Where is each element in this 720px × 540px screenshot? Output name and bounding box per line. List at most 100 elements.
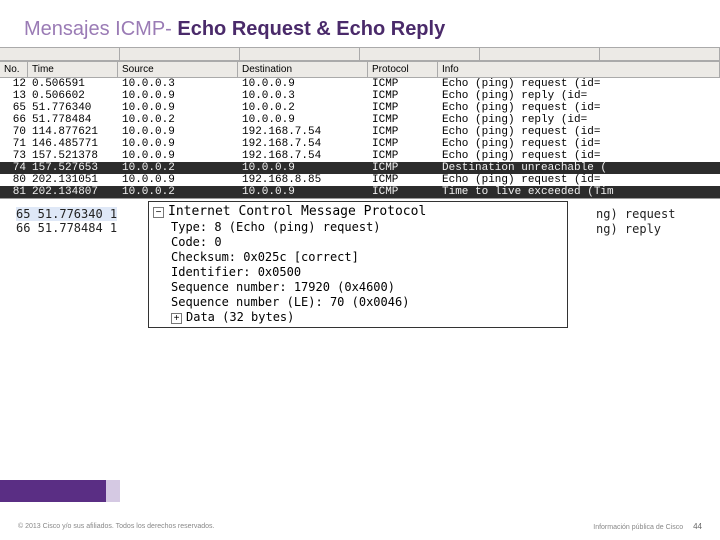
cell-destination: 10.0.0.3: [238, 90, 368, 102]
table-row[interactable]: 80202.13105110.0.0.9192.168.8.85ICMPEcho…: [0, 174, 720, 186]
col-info[interactable]: Info: [438, 62, 720, 77]
col-protocol[interactable]: Protocol: [368, 62, 438, 77]
cell-source: 10.0.0.3: [118, 78, 238, 90]
cell-time: 202.134807: [28, 186, 118, 198]
detail-identifier: Identifier: 0x0500: [171, 265, 563, 280]
cell-protocol: ICMP: [368, 126, 438, 138]
cell-destination: 10.0.0.9: [238, 114, 368, 126]
cell-no: 74: [0, 162, 28, 174]
cell-destination: 192.168.7.54: [238, 138, 368, 150]
cell-no: 65: [0, 102, 28, 114]
cell-time: 51.778484: [28, 114, 118, 126]
page-number: 44: [693, 522, 702, 531]
table-row[interactable]: 81202.13480710.0.0.210.0.0.9ICMPTime to …: [0, 186, 720, 198]
cell-time: 0.506591: [28, 78, 118, 90]
cell-no: 12: [0, 78, 28, 90]
cell-destination: 192.168.7.54: [238, 126, 368, 138]
detail-area: 65 51.776340 1 66 51.778484 1 ng) reques…: [0, 201, 720, 351]
cell-destination: 10.0.0.9: [238, 78, 368, 90]
cell-time: 202.131051: [28, 174, 118, 186]
cell-no: 13: [0, 90, 28, 102]
cell-info: Echo (ping) request (id=: [438, 174, 720, 186]
accent-ribbon: [0, 480, 120, 502]
packet-detail-box: −Internet Control Message Protocol Type:…: [148, 201, 568, 328]
cell-source: 10.0.0.2: [118, 114, 238, 126]
table-body: 120.50659110.0.0.310.0.0.9ICMPEcho (ping…: [0, 78, 720, 198]
col-no[interactable]: No.: [0, 62, 28, 77]
highlighted-rows: 65 51.776340 1 66 51.778484 1 ng) reques…: [16, 207, 117, 235]
title-prefix: Mensajes ICMP-: [24, 18, 177, 40]
cell-source: 10.0.0.9: [118, 90, 238, 102]
cell-protocol: ICMP: [368, 90, 438, 102]
cell-source: 10.0.0.2: [118, 162, 238, 174]
cell-protocol: ICMP: [368, 174, 438, 186]
table-row[interactable]: 6551.77634010.0.0.910.0.0.2ICMPEcho (pin…: [0, 102, 720, 114]
cell-protocol: ICMP: [368, 150, 438, 162]
cell-info: Destination unreachable (: [438, 162, 720, 174]
cell-info: Echo (ping) request (id=: [438, 138, 720, 150]
cell-time: 146.485771: [28, 138, 118, 150]
cell-no: 73: [0, 150, 28, 162]
back-row-2[interactable]: 66 51.778484 1: [16, 221, 117, 235]
filter-bar: [0, 47, 720, 61]
cell-destination: 192.168.7.54: [238, 150, 368, 162]
cell-source: 10.0.0.9: [118, 102, 238, 114]
cell-protocol: ICMP: [368, 138, 438, 150]
cell-protocol: ICMP: [368, 114, 438, 126]
collapse-icon[interactable]: −: [153, 207, 164, 218]
col-source[interactable]: Source: [118, 62, 238, 77]
side-text-2: ng) reply: [596, 222, 661, 236]
col-time[interactable]: Time: [28, 62, 118, 77]
table-header: No. Time Source Destination Protocol Inf…: [0, 61, 720, 78]
cell-no: 70: [0, 126, 28, 138]
cell-time: 0.506602: [28, 90, 118, 102]
detail-seq: Sequence number: 17920 (0x4600): [171, 280, 563, 295]
col-destination[interactable]: Destination: [238, 62, 368, 77]
detail-header: Internet Control Message Protocol: [168, 204, 426, 219]
cell-protocol: ICMP: [368, 78, 438, 90]
cell-info: Echo (ping) request (id=: [438, 126, 720, 138]
cell-destination: 10.0.0.9: [238, 162, 368, 174]
table-row[interactable]: 73157.52137810.0.0.9192.168.7.54ICMPEcho…: [0, 150, 720, 162]
cell-destination: 10.0.0.9: [238, 186, 368, 198]
footer: © 2013 Cisco y/o sus afiliados. Todos lo…: [0, 512, 720, 540]
detail-checksum: Checksum: 0x025c [correct]: [171, 250, 563, 265]
cell-source: 10.0.0.9: [118, 174, 238, 186]
cell-no: 66: [0, 114, 28, 126]
table-row[interactable]: 120.50659110.0.0.310.0.0.9ICMPEcho (ping…: [0, 78, 720, 90]
expand-icon[interactable]: +: [171, 313, 182, 324]
cell-source: 10.0.0.9: [118, 150, 238, 162]
detail-seq-le: Sequence number (LE): 70 (0x0046): [171, 295, 563, 310]
table-row[interactable]: 6651.77848410.0.0.210.0.0.9ICMPEcho (pin…: [0, 114, 720, 126]
detail-data: Data (32 bytes): [186, 310, 294, 324]
detail-type: Type: 8 (Echo (ping) request): [171, 220, 563, 235]
cell-source: 10.0.0.9: [118, 126, 238, 138]
cell-info: Time to live exceeded (Tim: [438, 186, 720, 198]
table-row[interactable]: 70114.87762110.0.0.9192.168.7.54ICMPEcho…: [0, 126, 720, 138]
cell-protocol: ICMP: [368, 102, 438, 114]
cell-destination: 192.168.8.85: [238, 174, 368, 186]
title-main: Echo Request & Echo Reply: [177, 18, 445, 40]
cell-info: Echo (ping) reply (id=: [438, 90, 720, 102]
cell-time: 51.776340: [28, 102, 118, 114]
cell-info: Echo (ping) request (id=: [438, 102, 720, 114]
table-row[interactable]: 71146.48577110.0.0.9192.168.7.54ICMPEcho…: [0, 138, 720, 150]
cell-destination: 10.0.0.2: [238, 102, 368, 114]
table-row[interactable]: 74157.52765310.0.0.210.0.0.9ICMPDestinat…: [0, 162, 720, 174]
cell-info: Echo (ping) request (id=: [438, 78, 720, 90]
copyright: © 2013 Cisco y/o sus afiliados. Todos lo…: [18, 523, 214, 530]
cell-no: 81: [0, 186, 28, 198]
slide-title: Mensajes ICMP- Echo Request & Echo Reply: [0, 0, 720, 47]
side-text-1: ng) request: [596, 207, 675, 221]
back-row-1[interactable]: 65 51.776340 1: [16, 207, 117, 221]
cell-source: 10.0.0.9: [118, 138, 238, 150]
cell-source: 10.0.0.2: [118, 186, 238, 198]
cell-time: 157.521378: [28, 150, 118, 162]
cell-no: 80: [0, 174, 28, 186]
packet-table: No. Time Source Destination Protocol Inf…: [0, 61, 720, 199]
cell-info: Echo (ping) reply (id=: [438, 114, 720, 126]
table-row[interactable]: 130.50660210.0.0.910.0.0.3ICMPEcho (ping…: [0, 90, 720, 102]
cell-info: Echo (ping) request (id=: [438, 150, 720, 162]
cell-time: 114.877621: [28, 126, 118, 138]
cell-time: 157.527653: [28, 162, 118, 174]
